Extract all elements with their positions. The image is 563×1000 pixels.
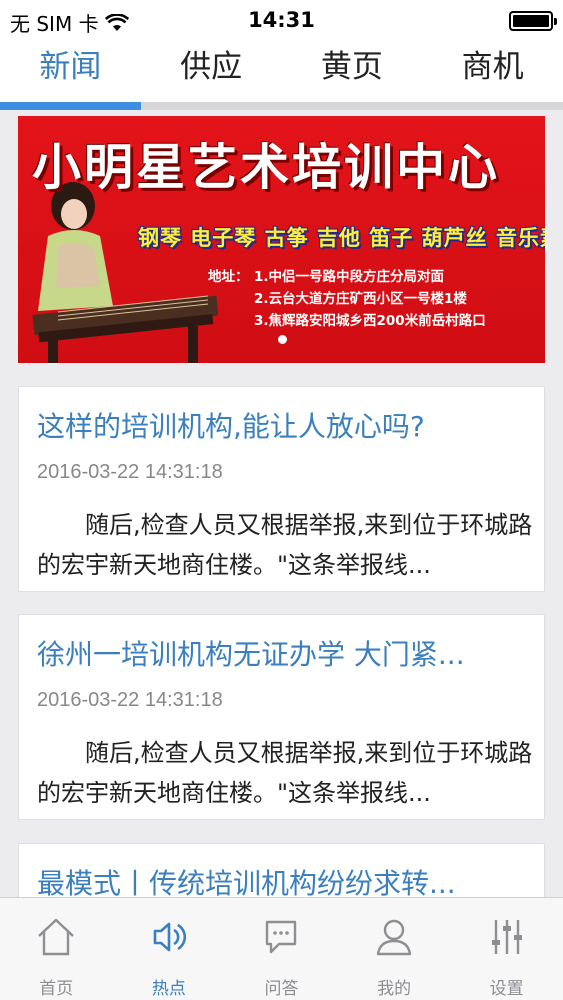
address-label: 地址： — [208, 269, 249, 285]
bottom-tab-home[interactable]: 首页 — [0, 898, 113, 1000]
news-summary: 随后,检查人员又根据举报,来到位于环城路的宏宇新天地商住楼。"这条举报线... — [37, 739, 533, 807]
bottom-tab-settings[interactable]: 设置 — [450, 898, 563, 1000]
news-card[interactable]: 这样的培训机构,能让人放心吗? 2016-03-22 14:31:18 随后,检… — [18, 386, 545, 592]
address-line-1: 1.中侣一号路中段方庄分局对面 — [254, 269, 445, 285]
bottom-tab-qa[interactable]: 问答 — [225, 898, 338, 1000]
status-bar: 无 SIM 卡 14:31 — [0, 0, 563, 40]
banner-address: 地址： 1.中侣一号路中段方庄分局对面 2.云台大道方庄矿西小区一号楼1楼 3.焦… — [208, 266, 486, 332]
home-icon — [38, 918, 75, 956]
address-line-3: 3.焦辉路安阳城乡西200米前岳村路口 — [254, 313, 486, 329]
user-icon — [376, 919, 412, 956]
bottom-tab-label: 热点 — [151, 979, 186, 999]
tab-yellow-pages[interactable]: 黄页 — [282, 40, 423, 102]
guzheng-player-illustration — [32, 182, 218, 363]
banner-title: 小明星艺术培训中心 — [32, 139, 501, 196]
news-date: 2016-03-22 14:31:18 — [37, 461, 223, 483]
news-title[interactable]: 徐州一培训机构无证办学 大门紧... — [37, 633, 532, 673]
tab-business[interactable]: 商机 — [422, 40, 563, 102]
bottom-tab-bar: 首页 热点 问答 我的 设置 — [0, 897, 563, 1000]
carousel-dot[interactable] — [278, 335, 287, 344]
news-title[interactable]: 最模式丨传统培训机构纷纷求转... — [37, 862, 532, 902]
bottom-tab-label: 问答 — [264, 979, 299, 999]
news-card[interactable]: 徐州一培训机构无证办学 大门紧... 2016-03-22 14:31:18 随… — [18, 614, 545, 820]
news-title[interactable]: 这样的培训机构,能让人放心吗? — [37, 405, 532, 445]
tab-news[interactable]: 新闻 — [0, 40, 141, 102]
news-summary: 随后,检查人员又根据举报,来到位于环城路的宏宇新天地商住楼。"这条举报线... — [37, 511, 533, 579]
bottom-tab-hotspot[interactable]: 热点 — [113, 898, 226, 1000]
address-line-2: 2.云台大道方庄矿西小区一号楼1楼 — [254, 291, 467, 307]
news-date: 2016-03-22 14:31:18 — [37, 689, 223, 711]
hotspot-icon — [153, 922, 186, 952]
tab-supply[interactable]: 供应 — [141, 40, 282, 102]
bottom-tab-label: 我的 — [377, 979, 412, 999]
bottom-tab-label: 设置 — [489, 979, 524, 999]
category-tabs: 新闻 供应 黄页 商机 — [0, 40, 563, 102]
bottom-tab-label: 首页 — [39, 979, 74, 999]
status-time: 14:31 — [248, 8, 315, 32]
banner-subjects: 钢琴 电子琴 古筝 吉他 笛子 葫芦丝 音乐素养 等 — [138, 226, 545, 250]
tab-indicator — [0, 102, 141, 110]
chat-icon — [266, 920, 297, 954]
settings-sliders-icon — [491, 920, 522, 954]
battery-icon — [509, 11, 557, 31]
bottom-tab-mine[interactable]: 我的 — [338, 898, 451, 1000]
promo-banner[interactable]: 小明星艺术培训中心 钢琴 电子琴 古筝 吉他 笛子 葫芦丝 音乐素养 等 地址：… — [18, 116, 545, 363]
